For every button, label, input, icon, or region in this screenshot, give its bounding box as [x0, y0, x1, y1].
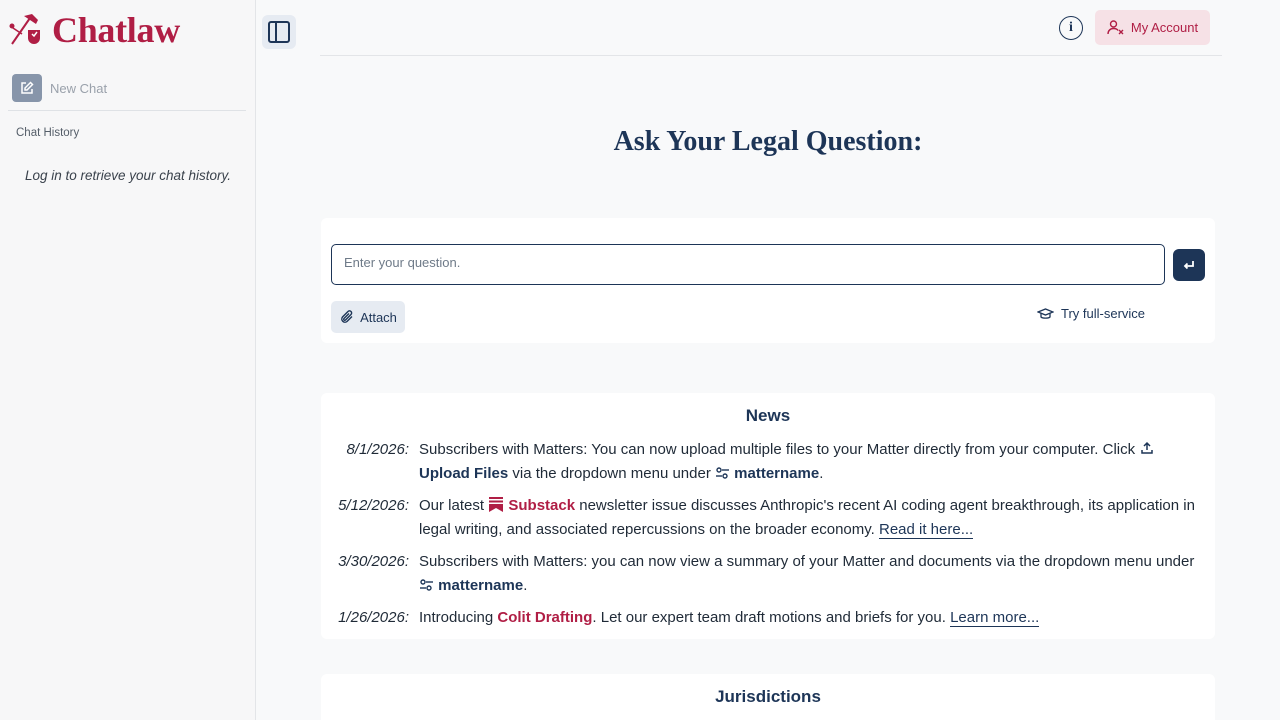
news-item: 5/12/2026: Our latest Substack newslette… — [321, 494, 1215, 542]
ask-card: Attach Try full-service — [321, 218, 1215, 343]
new-chat-button[interactable]: New Chat — [12, 74, 107, 102]
news-text: Subscribers with Matters: you can now vi… — [419, 553, 1195, 594]
try-full-service-label: Try full-service — [1061, 306, 1146, 321]
logo[interactable]: Chatlaw — [8, 12, 180, 48]
enter-icon — [1183, 261, 1194, 270]
upload-files-link[interactable]: Upload Files — [419, 465, 508, 482]
attach-label: Attach — [360, 309, 397, 325]
paperclip-icon — [341, 310, 353, 323]
learn-more-link[interactable]: Learn more... — [950, 609, 1040, 627]
info-button[interactable]: i — [1059, 16, 1083, 40]
news-title: News — [745, 406, 791, 425]
question-input[interactable] — [331, 244, 1165, 285]
page-title: Ask Your Legal Question: — [613, 126, 923, 157]
chat-history-message: Log in to retrieve your chat history. — [24, 168, 232, 183]
header-divider — [320, 55, 1222, 56]
scales-logo-icon — [9, 14, 40, 45]
jurisdictions-title: Jurisdictions — [715, 687, 821, 706]
send-button[interactable] — [1173, 249, 1205, 281]
info-icon: i — [1069, 20, 1073, 35]
sliders-icon — [716, 467, 729, 479]
news-text: Our latest Substack newsletter issue dis… — [419, 497, 1195, 539]
mattername-link[interactable]: mattername — [438, 577, 523, 594]
my-account-button[interactable]: My Account — [1095, 10, 1210, 45]
news-item: 1/26/2026: Introducing Colit Drafting. L… — [321, 606, 1215, 630]
attach-button[interactable]: Attach — [331, 301, 405, 333]
chat-history-title: Chat History — [16, 127, 80, 139]
news-text: Introducing Colit Drafting. Let our expe… — [419, 609, 1040, 627]
sliders-icon — [420, 579, 433, 591]
upload-icon — [1141, 441, 1154, 454]
news-item: 3/30/2026: Subscribers with Matters: you… — [321, 550, 1215, 598]
edit-icon — [12, 74, 42, 102]
user-x-icon — [1107, 20, 1124, 35]
news-date: 5/12/2026: — [338, 497, 409, 514]
sidebar-toggle-button[interactable] — [262, 15, 296, 49]
sidebar-divider — [8, 110, 246, 111]
read-it-here-link[interactable]: Read it here... — [878, 521, 974, 539]
sidebar: Chatlaw New Chat Chat History Log in to … — [0, 0, 256, 720]
news-date: 1/26/2026: — [338, 609, 409, 626]
new-chat-label: New Chat — [50, 80, 108, 96]
colit-drafting-link[interactable]: Colit Drafting — [497, 609, 592, 626]
logo-text: Chatlaw — [52, 10, 180, 50]
jurisdictions-card: Jurisdictions — [321, 674, 1215, 720]
news-date: 8/1/2026: — [346, 441, 409, 458]
substack-link[interactable]: Substack — [508, 497, 575, 514]
sidebar-toggle-icon — [268, 21, 290, 43]
graduation-cap-icon — [1037, 307, 1054, 319]
bookmark-icon — [489, 497, 504, 512]
my-account-label: My Account — [1130, 20, 1199, 35]
mattername-link[interactable]: mattername — [734, 465, 819, 482]
try-full-service-button[interactable]: Try full-service — [1037, 306, 1145, 321]
news-item: 8/1/2026: Subscribers with Matters: You … — [321, 438, 1215, 486]
news-text: Subscribers with Matters: You can now up… — [419, 438, 1205, 486]
news-card: News 8/1/2026: Subscribers with Matters:… — [321, 393, 1215, 639]
news-date: 3/30/2026: — [338, 553, 409, 570]
